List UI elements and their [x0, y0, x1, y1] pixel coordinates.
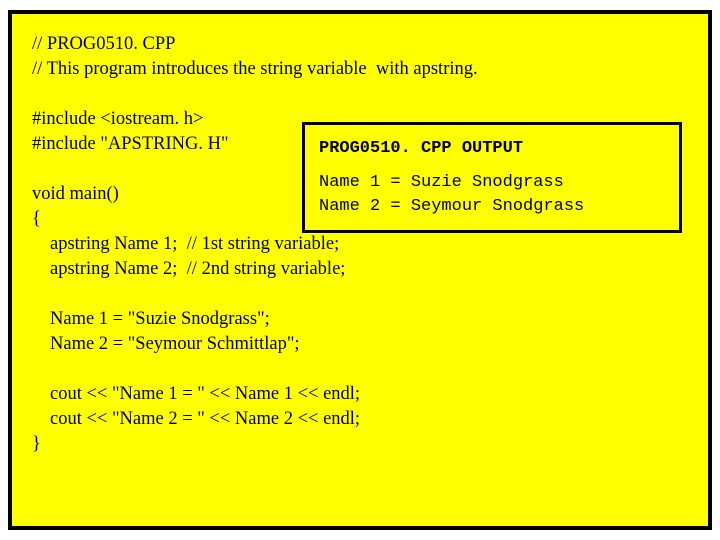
code-decl-name1: apstring Name 1; // 1st string variable; — [32, 232, 688, 257]
output-line-1: Name 1 = Suzie Snodgrass — [319, 171, 665, 195]
output-box: PROG0510. CPP OUTPUT Name 1 = Suzie Snod… — [302, 122, 682, 233]
output-line-2: Name 2 = Seymour Snodgrass — [319, 195, 665, 219]
blank-line — [32, 357, 688, 382]
code-cout-name1: cout << "Name 1 = " << Name 1 << endl; — [32, 382, 688, 407]
code-cout-name2: cout << "Name 2 = " << Name 2 << endl; — [32, 407, 688, 432]
blank-line — [32, 82, 688, 107]
code-comment-filename: // PROG0510. CPP — [32, 32, 688, 57]
code-area: // PROG0510. CPP // This program introdu… — [32, 32, 688, 457]
output-title: PROG0510. CPP OUTPUT — [319, 137, 665, 161]
code-assign-name1: Name 1 = "Suzie Snodgrass"; — [32, 307, 688, 332]
code-assign-name2: Name 2 = "Seymour Schmittlap"; — [32, 332, 688, 357]
code-close-brace: } — [32, 432, 688, 457]
blank-line — [32, 282, 688, 307]
code-slide-frame: // PROG0510. CPP // This program introdu… — [8, 10, 712, 530]
code-decl-name2: apstring Name 2; // 2nd string variable; — [32, 257, 688, 282]
code-comment-description: // This program introduces the string va… — [32, 57, 688, 82]
